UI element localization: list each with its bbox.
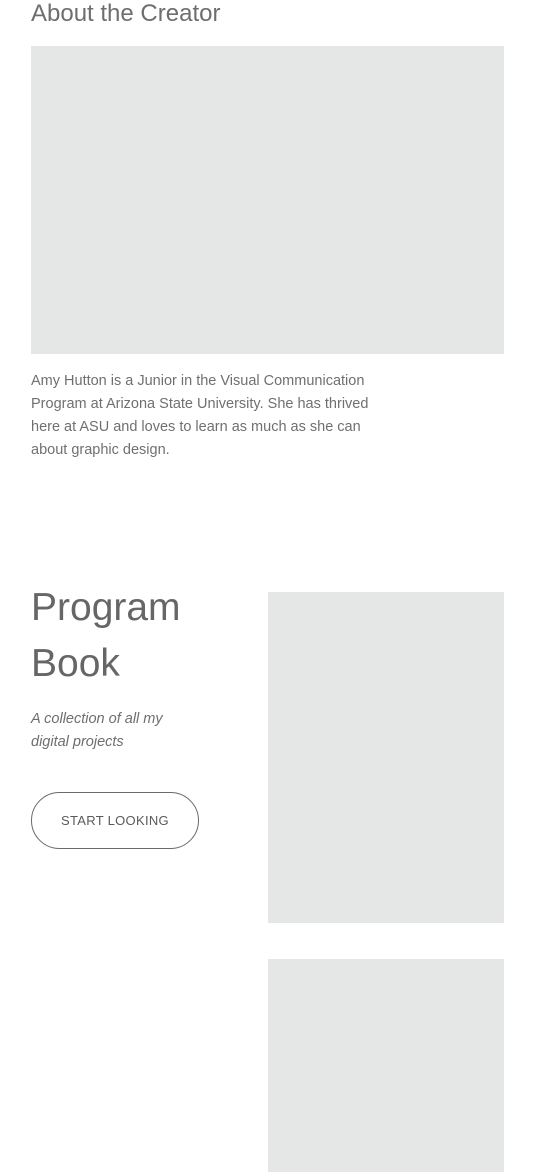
program-book-subtitle: A collection of all my digital projects	[31, 711, 163, 750]
creator-bio: Amy Hutton is a Junior in the Visual Com…	[31, 373, 369, 458]
creator-image-placeholder	[31, 46, 504, 354]
about-heading: About the Creator	[31, 0, 221, 27]
project-image-placeholder-2	[268, 959, 504, 1172]
start-looking-button[interactable]: START LOOKING	[31, 792, 199, 849]
project-image-placeholder-1	[268, 592, 504, 923]
program-book-title: Program Book	[31, 586, 181, 685]
